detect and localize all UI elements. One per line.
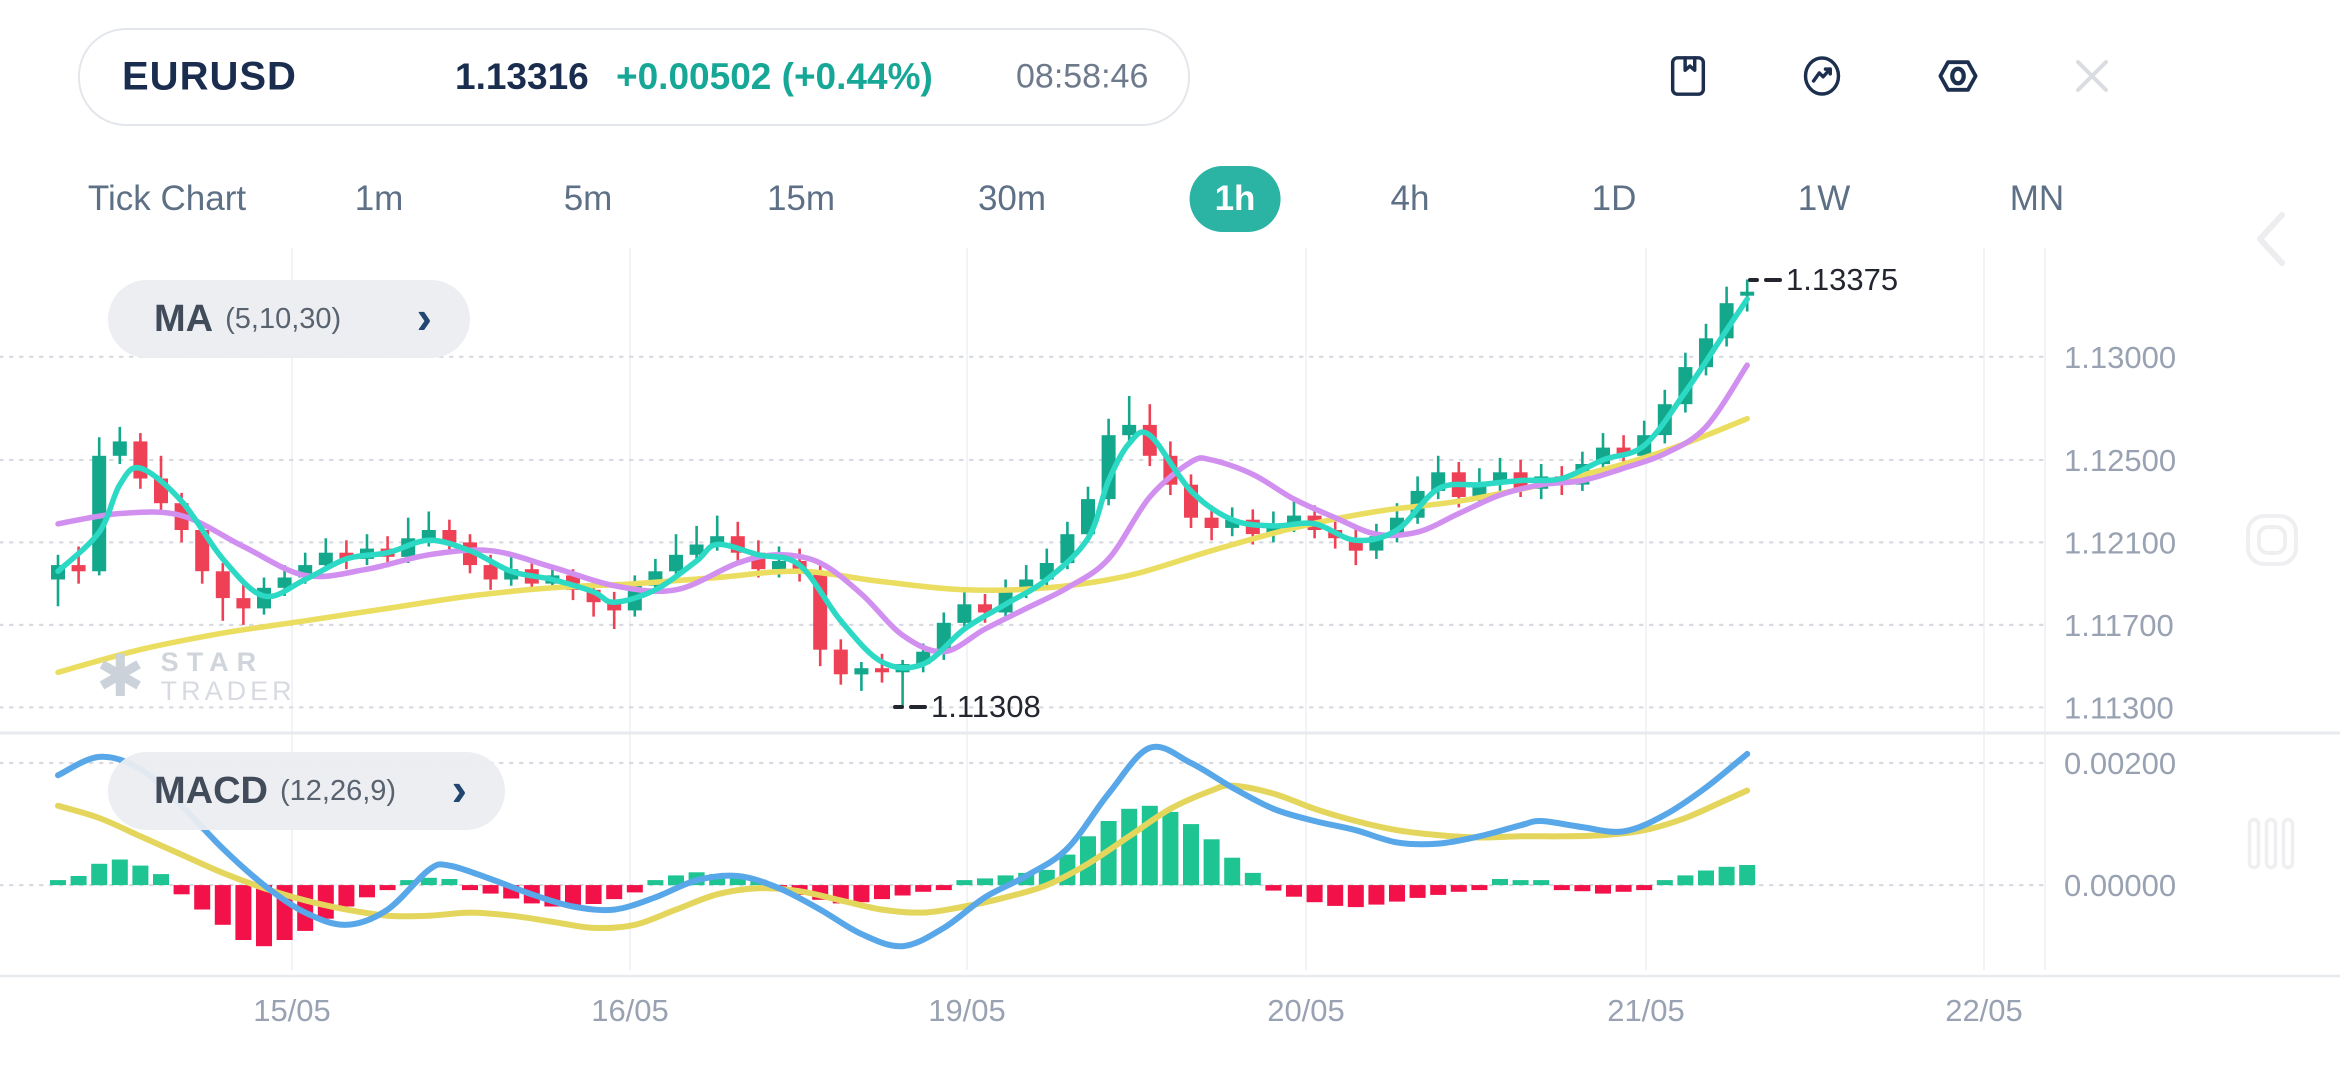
timeframe-tab-4h[interactable]: 4h xyxy=(1391,179,1430,219)
watermark: ✱ STAR TRADER xyxy=(96,648,296,706)
chevron-right-icon: › xyxy=(417,294,432,340)
chevron-left-icon[interactable] xyxy=(2246,208,2298,275)
bookmark-icon[interactable] xyxy=(1660,48,1716,104)
timeframe-tab-1m[interactable]: 1m xyxy=(355,179,404,219)
ma-indicator-pill[interactable]: MA (5,10,30) › xyxy=(108,280,470,358)
timeframe-tab-tick-chart[interactable]: Tick Chart xyxy=(88,179,246,219)
watermark-line2: TRADER xyxy=(161,677,296,706)
timeframe-tab-1w[interactable]: 1W xyxy=(1798,179,1851,219)
price-annotation-high: 1.13375 xyxy=(1748,263,1898,297)
timeframe-tab-30m[interactable]: 30m xyxy=(978,179,1046,219)
annotation-dash xyxy=(909,705,927,709)
timeframe-tab-mn[interactable]: MN xyxy=(2010,179,2064,219)
svg-text:1.13000: 1.13000 xyxy=(2064,340,2176,375)
chart-canvas[interactable]: 1.13000 1.12500 1.12100 1.11700 1.11300 0.002… xyxy=(0,0,2340,1080)
ma-indicator-name: MA xyxy=(154,298,213,341)
annotation-dash xyxy=(1764,278,1782,282)
quote-header: EURUSD 1.13316 +0.00502 (+0.44%) 08:58:4… xyxy=(78,28,1190,126)
timeframe-tab-1d[interactable]: 1D xyxy=(1592,179,1637,219)
svg-text:0.00200: 0.00200 xyxy=(2064,746,2176,781)
timeframe-tab-1h[interactable]: 1h xyxy=(1190,166,1281,232)
settings-nut-icon[interactable] xyxy=(1930,48,1986,104)
svg-text:1.11300: 1.11300 xyxy=(2064,690,2174,725)
symbol-name: EURUSD xyxy=(122,55,297,100)
macd-indicator-name: MACD xyxy=(154,770,268,813)
svg-text:22/05: 22/05 xyxy=(1945,993,2023,1028)
volume-bars-icon[interactable] xyxy=(2245,817,2297,876)
last-price: 1.13316 xyxy=(455,56,589,98)
svg-text:15/05: 15/05 xyxy=(253,993,331,1028)
svg-text:21/05: 21/05 xyxy=(1607,993,1685,1028)
svg-text:1.12100: 1.12100 xyxy=(2064,525,2176,560)
quote-time: 08:58:46 xyxy=(1016,58,1148,97)
watermark-line1: STAR xyxy=(161,648,296,677)
macd-indicator-pill[interactable]: MACD (12,26,9) › xyxy=(108,752,505,830)
svg-text:20/05: 20/05 xyxy=(1267,993,1345,1028)
timeframe-tab-5m[interactable]: 5m xyxy=(564,179,613,219)
svg-text:0.00000: 0.00000 xyxy=(2064,868,2176,903)
macd-indicator-params: (12,26,9) xyxy=(280,775,396,808)
indicator-trend-icon[interactable] xyxy=(1794,48,1850,104)
svg-text:1.11700: 1.11700 xyxy=(2064,608,2174,643)
svg-text:19/05: 19/05 xyxy=(928,993,1006,1028)
svg-text:16/05: 16/05 xyxy=(591,993,669,1028)
ma-indicator-params: (5,10,30) xyxy=(225,303,341,336)
price-change: +0.00502 (+0.44%) xyxy=(616,56,933,98)
annotation-dash xyxy=(1748,278,1759,282)
trading-chart-screen: 1.13000 1.12500 1.12100 1.11700 1.11300 0.002… xyxy=(0,0,2340,1080)
star-trader-logo-icon: ✱ xyxy=(96,648,145,706)
close-icon[interactable] xyxy=(2064,48,2120,104)
annotation-dash xyxy=(893,705,904,709)
annotation-low-value: 1.11308 xyxy=(931,689,1041,725)
svg-text:1.12500: 1.12500 xyxy=(2064,443,2176,478)
chevron-right-icon: › xyxy=(452,766,467,812)
timeframe-tab-15m[interactable]: 15m xyxy=(767,179,835,219)
rounded-square-icon[interactable] xyxy=(2245,513,2299,572)
price-annotation-low: 1.11308 xyxy=(893,690,1041,724)
annotation-high-value: 1.13375 xyxy=(1786,262,1898,298)
